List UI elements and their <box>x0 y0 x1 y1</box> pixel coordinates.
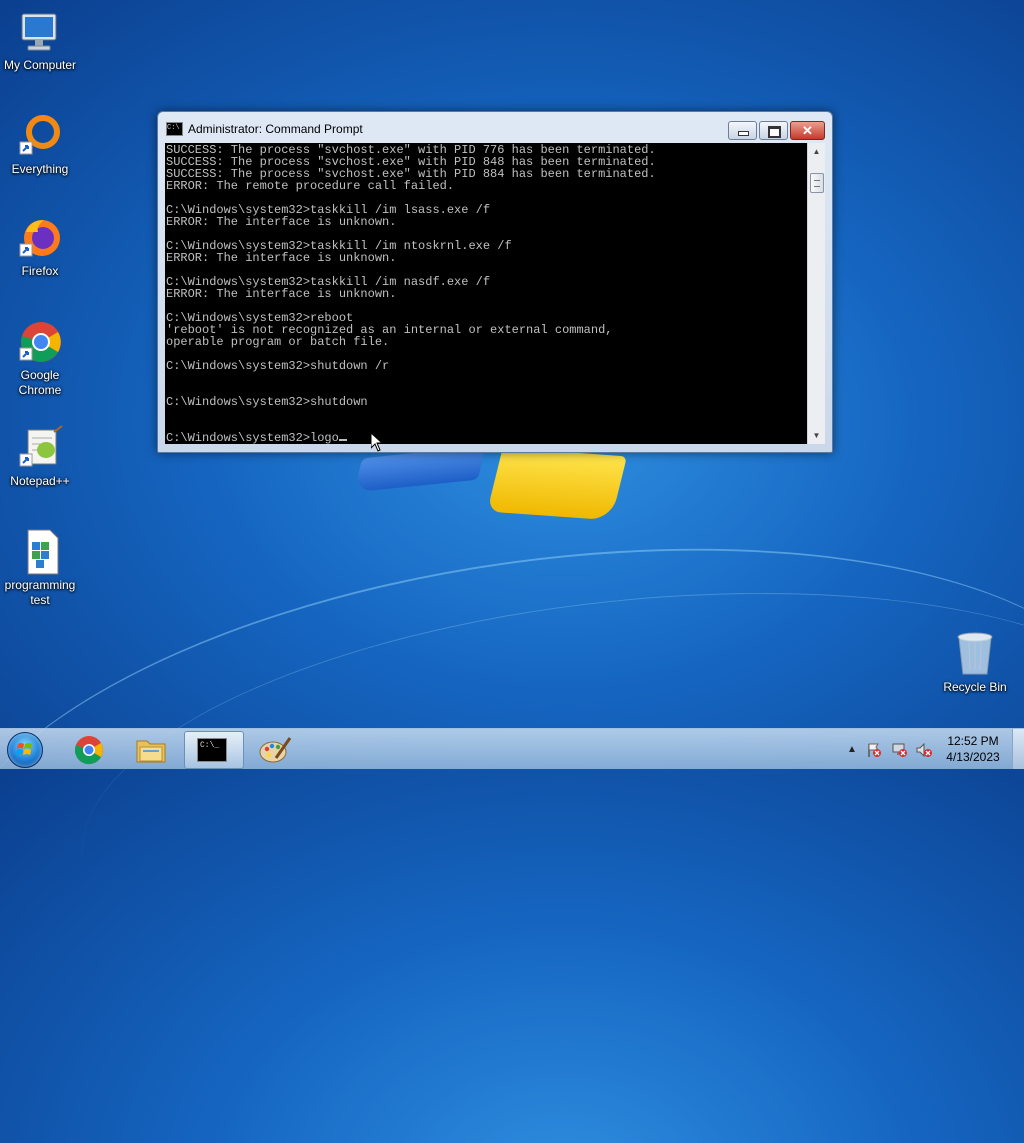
maximize-button[interactable] <box>759 121 788 140</box>
minimize-icon <box>738 131 749 136</box>
taskbar-paint-button[interactable] <box>246 731 304 767</box>
system-clock[interactable]: 12:52 PM 4/13/2023 <box>940 733 1006 765</box>
taskbar: C:\_ ▲ 12:52 PM 4/13/2023 <box>0 728 1024 769</box>
close-icon: ✕ <box>802 123 813 138</box>
window-titlebar[interactable]: C:\ Administrator: Command Prompt ✕ <box>158 112 832 142</box>
desktop-icon-label: programming test <box>4 578 76 607</box>
command-prompt-window[interactable]: C:\ Administrator: Command Prompt ✕ SUCC… <box>157 111 833 453</box>
action-center-flag-icon[interactable] <box>866 742 882 758</box>
taskbar-cmd-button[interactable]: C:\_ <box>184 731 244 769</box>
vertical-scrollbar[interactable]: ▲ ▼ <box>807 143 825 444</box>
recycle-bin-icon <box>951 630 999 678</box>
console-text: SUCCESS: The process "svchost.exe" with … <box>166 143 656 444</box>
folder-icon <box>135 735 167 770</box>
close-button[interactable]: ✕ <box>790 121 825 140</box>
registry-file-icon <box>16 528 64 576</box>
desktop-icon-label: Recycle Bin <box>943 680 1007 694</box>
desktop-icon-everything[interactable]: Everything <box>0 112 80 177</box>
taskbar-explorer-button[interactable] <box>122 731 180 767</box>
desktop-icon-label: Google Chrome <box>18 368 62 397</box>
scroll-thumb[interactable] <box>810 173 824 193</box>
volume-muted-icon[interactable] <box>916 742 932 758</box>
grip-icon <box>814 180 820 187</box>
window-title: Administrator: Command Prompt <box>188 122 363 136</box>
clock-time: 12:52 PM <box>947 734 999 748</box>
notepadpp-icon <box>16 424 64 472</box>
taskbar-chrome-button[interactable] <box>60 731 118 767</box>
desktop-icon-label: Firefox <box>21 264 59 278</box>
clock-date: 4/13/2023 <box>946 750 1000 764</box>
paint-icon <box>258 734 292 771</box>
wallpaper-logo-yellow-pane <box>487 447 627 521</box>
chrome-icon <box>16 318 64 366</box>
scroll-up-arrow-icon[interactable]: ▲ <box>808 143 825 160</box>
start-button[interactable] <box>4 730 46 768</box>
show-hidden-icons-arrow-icon[interactable]: ▲ <box>844 742 860 758</box>
desktop-icon-firefox[interactable]: Firefox <box>0 214 80 279</box>
desktop-icon-notepadpp[interactable]: Notepad++ <box>0 424 80 489</box>
network-disconnected-icon[interactable] <box>892 742 908 758</box>
desktop-icon-recycle-bin[interactable]: Recycle Bin <box>935 630 1015 695</box>
minimize-button[interactable] <box>728 121 757 140</box>
computer-icon <box>16 8 64 56</box>
desktop-icon-google-chrome[interactable]: Google Chrome <box>0 318 80 398</box>
desktop-icon-my-computer[interactable]: My Computer <box>0 8 80 73</box>
firefox-icon <box>16 214 64 262</box>
console-prompt-line[interactable]: C:\Windows\system32>logo <box>166 431 339 444</box>
system-tray: ▲ <box>842 729 942 769</box>
desktop-icon-label: My Computer <box>3 58 77 72</box>
windows-logo-icon <box>7 732 43 768</box>
desktop-icon-programming-test[interactable]: programming test <box>0 528 80 608</box>
everything-icon <box>16 112 64 160</box>
desktop-icon-label: Notepad++ <box>10 474 70 488</box>
show-desktop-button[interactable] <box>1012 729 1024 769</box>
chrome-icon <box>73 734 105 771</box>
mouse-pointer-icon <box>370 431 384 457</box>
maximize-icon <box>768 126 781 138</box>
text-caret <box>338 439 347 441</box>
scroll-down-arrow-icon[interactable]: ▼ <box>808 427 825 444</box>
cmd-icon: C:\_ <box>197 738 227 762</box>
console-output[interactable]: SUCCESS: The process "svchost.exe" with … <box>165 143 807 444</box>
cmd-icon: C:\ <box>166 122 183 136</box>
desktop-icon-label: Everything <box>11 162 69 176</box>
